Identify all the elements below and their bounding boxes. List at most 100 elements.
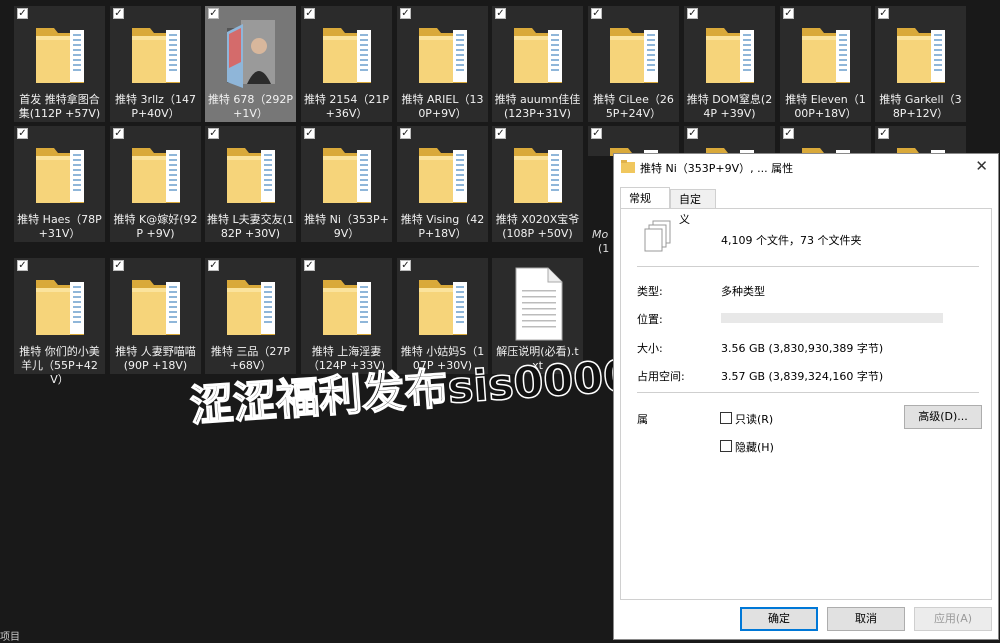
checkbox-box[interactable] — [720, 412, 732, 424]
folder-icon — [317, 264, 377, 344]
folder-icon — [796, 12, 856, 92]
ok-button[interactable]: 确定 — [740, 607, 818, 631]
status-bar: 项目 — [0, 632, 20, 643]
size-on-disk-label: 占用空间: — [637, 370, 685, 383]
folder-icon — [413, 12, 473, 92]
selection-checkbox[interactable]: ✓ — [208, 8, 219, 19]
folder-item[interactable]: ✓ 推特 Vising（42P+18V） — [397, 126, 488, 242]
folder-item[interactable]: ✓ 推特 2154（21P+36V） — [301, 6, 392, 122]
multiple-files-icon — [644, 220, 671, 252]
location-value-blurred — [721, 313, 943, 323]
folder-item[interactable]: ✓ 推特 auumn佳佳(123P+31V) — [492, 6, 583, 122]
folder-item[interactable]: ✓ — [588, 126, 679, 156]
folder-item[interactable]: ✓ 推特 678（292P+1V） — [205, 6, 296, 122]
item-label: 推特 auumn佳佳(123P+31V) — [494, 93, 581, 120]
folder-item[interactable]: ✓ — [875, 126, 966, 156]
hidden-checkbox[interactable]: 隐藏(H) — [720, 439, 774, 455]
folder-icon — [508, 12, 568, 92]
selection-checkbox[interactable]: ✓ — [208, 128, 219, 139]
dialog-titlebar[interactable]: 推特 Ni（353P+9V）, ... 属性 ✕ — [614, 154, 998, 180]
item-label: 推特 Ni（353P+9V） — [304, 213, 389, 240]
hidden-label: 隐藏(H) — [735, 441, 774, 454]
folder-icon — [317, 132, 377, 212]
folder-item[interactable]: ✓ 推特 上海淫妻（124P +33V) — [301, 258, 392, 374]
folder-icon — [413, 264, 473, 344]
folder-item[interactable]: ✓ 推特 DOM窒息(24P +39V) — [684, 6, 775, 122]
selection-checkbox[interactable]: ✓ — [878, 8, 889, 19]
close-icon[interactable]: ✕ — [975, 157, 988, 175]
selection-checkbox[interactable]: ✓ — [304, 8, 315, 19]
selection-checkbox[interactable]: ✓ — [591, 128, 602, 139]
folder-item[interactable]: ✓ 首发 推特拿图合集(112P +57V) — [14, 6, 105, 122]
divider — [637, 392, 979, 393]
readonly-checkbox[interactable]: 只读(R) — [720, 411, 773, 427]
folder-icon — [621, 160, 635, 173]
selection-checkbox[interactable]: ✓ — [17, 260, 28, 271]
item-label: 推特 Haes（78P+31V） — [17, 213, 102, 240]
folder-item[interactable]: ✓ 推特 CiLee（265P+24V） — [588, 6, 679, 122]
size-value: 3.56 GB (3,830,930,389 字节) — [721, 342, 884, 355]
checkbox-box[interactable] — [720, 440, 732, 452]
tab-general[interactable]: 常规 — [620, 187, 670, 209]
folder-item[interactable]: ✓ — [684, 126, 775, 156]
folder-item[interactable]: ✓ — [780, 126, 871, 156]
folder-icon — [221, 132, 281, 212]
folder-item[interactable]: ✓ 推特 X020X宝爷(108P +50V) — [492, 126, 583, 242]
size-label: 大小: — [637, 342, 663, 355]
selection-checkbox[interactable]: ✓ — [878, 128, 889, 139]
selection-checkbox[interactable]: ✓ — [17, 128, 28, 139]
selection-checkbox[interactable]: ✓ — [687, 128, 698, 139]
selection-checkbox[interactable]: ✓ — [208, 260, 219, 271]
folder-icon — [413, 132, 473, 212]
folder-icon — [126, 264, 186, 344]
folder-item[interactable]: ✓ 推特 你们的小美羊儿（55P+42V） — [14, 258, 105, 386]
selection-checkbox[interactable]: ✓ — [687, 8, 698, 19]
selection-checkbox[interactable]: ✓ — [400, 8, 411, 19]
selection-checkbox[interactable]: ✓ — [495, 128, 506, 139]
size-on-disk-value: 3.57 GB (3,839,324,160 字节) — [721, 370, 884, 383]
general-panel: 4,109 个文件，73 个文件夹 类型: 多种类型 位置: 大小: 3.56 … — [620, 208, 992, 600]
dialog-title: 推特 Ni（353P+9V）, ... 属性 — [640, 162, 794, 175]
item-label: 推特 K@嫁好(92P +9V) — [113, 213, 198, 240]
folder-item[interactable]: ✓ 推特 人妻野喵喵(90P +18V) — [110, 258, 201, 374]
item-label: 推特 L夫妻交友(182P +30V) — [207, 213, 294, 240]
type-label: 类型: — [637, 285, 663, 298]
photo-folder-icon — [221, 12, 281, 92]
partial-item-label: Mo — [592, 228, 609, 241]
folder-item[interactable]: ✓ 推特 3rllz（147P+40V） — [110, 6, 201, 122]
item-label: 推特 CiLee（265P+24V） — [593, 93, 674, 120]
selection-checkbox[interactable]: ✓ — [113, 260, 124, 271]
selection-checkbox[interactable]: ✓ — [113, 128, 124, 139]
selection-checkbox[interactable]: ✓ — [591, 8, 602, 19]
selection-checkbox[interactable]: ✓ — [304, 260, 315, 271]
selection-checkbox[interactable]: ✓ — [400, 260, 411, 271]
folder-item[interactable]: ✓ 推特 三品（27P+68V） — [205, 258, 296, 374]
advanced-button[interactable]: 高级(D)... — [904, 405, 982, 429]
tab-custom[interactable]: 自定义 — [670, 189, 716, 226]
folder-item[interactable]: ✓ 推特 L夫妻交友(182P +30V) — [205, 126, 296, 242]
properties-dialog: 推特 Ni（353P+9V）, ... 属性 ✕ 常规 自定义 4,109 个文… — [613, 153, 999, 640]
selection-checkbox[interactable]: ✓ — [783, 8, 794, 19]
folder-item[interactable]: ✓ 推特 ARIEL（130P+9V） — [397, 6, 488, 122]
folder-item[interactable]: ✓ 推特 Eleven（100P+18V） — [780, 6, 871, 122]
selection-checkbox[interactable]: ✓ — [495, 8, 506, 19]
folder-item[interactable]: ✓ 推特 K@嫁好(92P +9V) — [110, 126, 201, 242]
selection-checkbox[interactable]: ✓ — [113, 8, 124, 19]
selection-checkbox[interactable]: ✓ — [783, 128, 794, 139]
folder-item[interactable]: ✓ 推特 Haes（78P+31V） — [14, 126, 105, 242]
selection-checkbox[interactable]: ✓ — [304, 128, 315, 139]
text-file-icon — [508, 264, 568, 344]
attributes-label: 属 — [637, 413, 648, 426]
selection-checkbox[interactable]: ✓ — [17, 8, 28, 19]
item-label: 推特 DOM窒息(24P +39V) — [686, 93, 773, 120]
folder-item[interactable]: ✓ 推特 Garkell（38P+12V） — [875, 6, 966, 122]
selection-checkbox[interactable]: ✓ — [400, 128, 411, 139]
cancel-button[interactable]: 取消 — [827, 607, 905, 631]
item-label: 推特 你们的小美羊儿（55P+42V） — [19, 345, 100, 386]
apply-button[interactable]: 应用(A) — [914, 607, 992, 631]
item-label: 推特 人妻野喵喵(90P +18V) — [115, 345, 196, 372]
item-label: 推特 2154（21P+36V） — [303, 93, 390, 120]
folder-icon — [30, 132, 90, 212]
item-label: 推特 Eleven（100P+18V） — [785, 93, 866, 120]
folder-item[interactable]: ✓ 推特 Ni（353P+9V） — [301, 126, 392, 242]
